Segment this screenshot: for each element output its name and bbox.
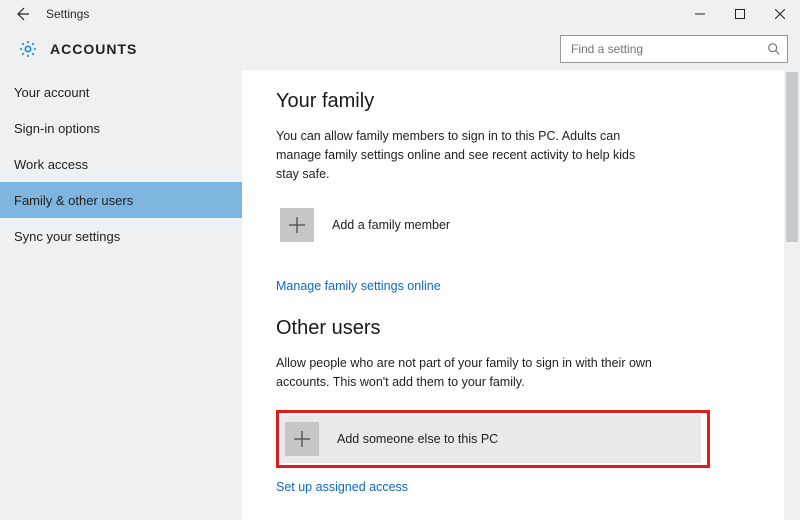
main-panel: Your family You can allow family members… bbox=[242, 70, 784, 520]
title-bar: Settings bbox=[0, 0, 800, 28]
sidebar-item-your-account[interactable]: Your account bbox=[0, 74, 242, 110]
content-area: Your account Sign-in options Work access… bbox=[0, 70, 800, 520]
manage-family-link[interactable]: Manage family settings online bbox=[276, 279, 441, 293]
gear-icon bbox=[18, 39, 38, 59]
maximize-button[interactable] bbox=[720, 0, 760, 28]
vertical-scrollbar[interactable] bbox=[784, 70, 800, 520]
add-someone-else-button[interactable]: Add someone else to this PC bbox=[281, 415, 701, 463]
sidebar: Your account Sign-in options Work access… bbox=[0, 70, 242, 520]
scrollbar-thumb[interactable] bbox=[786, 72, 798, 242]
sidebar-item-label: Work access bbox=[14, 157, 88, 172]
add-family-label: Add a family member bbox=[332, 218, 450, 232]
minimize-icon bbox=[695, 9, 705, 19]
family-heading: Your family bbox=[276, 90, 754, 113]
back-button[interactable] bbox=[10, 2, 34, 26]
add-someone-else-label: Add someone else to this PC bbox=[337, 432, 498, 446]
sidebar-item-label: Sign-in options bbox=[14, 121, 100, 136]
sidebar-item-label: Family & other users bbox=[14, 193, 133, 208]
family-description: You can allow family members to sign in … bbox=[276, 127, 656, 183]
header-left: ACCOUNTS bbox=[18, 39, 137, 59]
search-box[interactable] bbox=[560, 35, 788, 63]
sidebar-item-family-other-users[interactable]: Family & other users bbox=[0, 182, 242, 218]
plus-tile bbox=[280, 208, 314, 242]
sidebar-item-sync-settings[interactable]: Sync your settings bbox=[0, 218, 242, 254]
header-bar: ACCOUNTS bbox=[0, 28, 800, 70]
sidebar-item-label: Sync your settings bbox=[14, 229, 120, 244]
highlight-annotation: Add someone else to this PC bbox=[276, 410, 710, 468]
minimize-button[interactable] bbox=[680, 0, 720, 28]
close-icon bbox=[775, 9, 785, 19]
title-bar-left: Settings bbox=[10, 2, 89, 26]
close-button[interactable] bbox=[760, 0, 800, 28]
other-users-heading: Other users bbox=[276, 317, 754, 340]
sidebar-item-work-access[interactable]: Work access bbox=[0, 146, 242, 182]
window-title: Settings bbox=[46, 7, 89, 21]
plus-icon bbox=[293, 430, 311, 448]
plus-tile bbox=[285, 422, 319, 456]
page-title: ACCOUNTS bbox=[50, 41, 137, 57]
search-icon bbox=[767, 42, 781, 56]
maximize-icon bbox=[735, 9, 745, 19]
plus-icon bbox=[288, 216, 306, 234]
window-controls bbox=[680, 0, 800, 28]
search-input[interactable] bbox=[569, 41, 761, 57]
sidebar-item-label: Your account bbox=[14, 85, 89, 100]
add-family-member-button[interactable]: Add a family member bbox=[276, 201, 696, 249]
main-wrapper: Your family You can allow family members… bbox=[242, 70, 800, 520]
back-arrow-icon bbox=[14, 6, 30, 22]
other-users-description: Allow people who are not part of your fa… bbox=[276, 354, 656, 392]
sidebar-item-sign-in-options[interactable]: Sign-in options bbox=[0, 110, 242, 146]
assigned-access-link[interactable]: Set up assigned access bbox=[276, 480, 408, 494]
